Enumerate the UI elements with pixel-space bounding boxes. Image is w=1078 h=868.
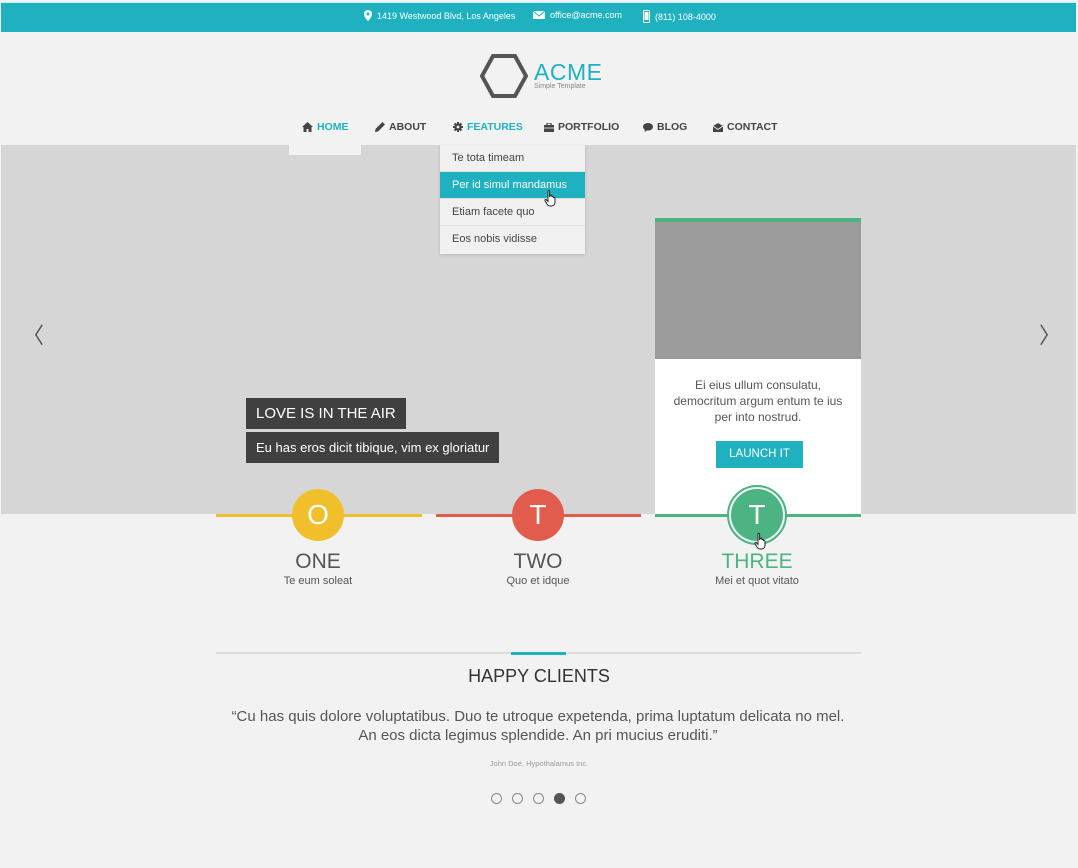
email-item[interactable]: office@acme.com (533, 10, 622, 20)
testimonial-quote: “Cu has quis dolore voluptatibus. Duo te… (231, 708, 845, 744)
email-link[interactable]: office@acme.com (550, 10, 622, 20)
feature-one-subtitle: Te eum soleat (283, 575, 353, 587)
section-divider-accent (511, 652, 566, 655)
card-image-placeholder (655, 222, 861, 359)
nav-about-label: ABOUT (389, 121, 427, 133)
phone-icon (643, 10, 650, 23)
gear-icon (453, 122, 463, 132)
nav-portfolio[interactable]: PORTFOLIO (544, 121, 619, 133)
feature-two-subtitle: Quo et idque (506, 575, 570, 587)
feature-card: Ei eius ullum consulatu, democritum argu… (655, 218, 861, 514)
nav-contact-label: CONTACT (727, 121, 778, 133)
feature-two-title[interactable]: TWO (478, 550, 598, 574)
slide-caption-text: Eu has eros dicit tibique, vim ex gloria… (246, 432, 500, 463)
nav-blog-label: BLOG (657, 121, 688, 133)
features-dropdown: Te tota timeam Per id simul mandamus Eti… (440, 145, 585, 254)
nav-contact[interactable]: CONTACT (713, 121, 778, 133)
nav-about[interactable]: ABOUT (375, 121, 426, 133)
chevron-left-icon[interactable]: 〈 (22, 318, 44, 350)
briefcase-icon (544, 122, 554, 132)
dropdown-item[interactable]: Te tota timeam (440, 145, 585, 172)
dropdown-item[interactable]: Etiam facete quo (440, 199, 585, 226)
address-text: 1419 Westwood Blvd, Los Angeles (377, 10, 516, 21)
address-item: 1419 Westwood Blvd, Los Angeles (364, 10, 515, 21)
phone-item: (811) 108-4000 (643, 10, 716, 23)
pager-dot[interactable] (575, 793, 586, 804)
pager-dot-active[interactable] (554, 793, 565, 804)
pager-dot[interactable] (533, 793, 544, 804)
main-nav: HOME ABOUT FEATURES PORTFOLIO BLOG CONTA… (0, 121, 1078, 135)
pager-dot[interactable] (512, 793, 523, 804)
feature-one-circle[interactable]: O (292, 489, 344, 541)
chevron-right-icon[interactable]: 〉 (1039, 318, 1061, 350)
pencil-icon (375, 122, 385, 132)
active-nav-indicator (289, 145, 361, 155)
testimonial-author: John Doe, Hypothalamus Inc. (489, 759, 589, 768)
nav-features[interactable]: FEATURES (453, 121, 523, 133)
feature-three-title[interactable]: THREE (697, 550, 817, 574)
nav-home-label: HOME (317, 121, 349, 133)
envelope-icon (533, 11, 545, 19)
brand-name: ACME (534, 59, 603, 85)
launch-button[interactable]: LAUNCH IT (716, 441, 803, 468)
feature-two-circle[interactable]: T (512, 489, 564, 541)
testimonial-pager (491, 793, 586, 804)
feature-one-title[interactable]: ONE (258, 550, 378, 574)
home-icon (302, 122, 313, 132)
speech-bubble-icon (643, 122, 653, 132)
nav-blog[interactable]: BLOG (643, 121, 687, 133)
phone-text: (811) 108-4000 (655, 11, 716, 22)
dropdown-item[interactable]: Eos nobis vidisse (440, 226, 585, 253)
nav-home[interactable]: HOME (302, 121, 349, 133)
slide-caption-title: LOVE IS IN THE AIR (246, 398, 406, 429)
pager-dot[interactable] (491, 793, 502, 804)
nav-features-label: FEATURES (467, 121, 523, 133)
feature-three-subtitle: Mei et quot vitato (715, 575, 799, 587)
hexagon-logo-icon (480, 54, 528, 98)
logo[interactable]: ACME Simple Template (480, 54, 602, 98)
map-pin-icon (364, 10, 372, 21)
dropdown-item[interactable]: Per id simul mandamus (440, 172, 585, 199)
card-text: Ei eius ullum consulatu, democritum argu… (673, 378, 843, 424)
hand-cursor-icon (754, 533, 766, 550)
clients-heading: HAPPY CLIENTS (468, 666, 610, 686)
nav-portfolio-label: PORTFOLIO (558, 121, 620, 133)
contact-bar: 1419 Westwood Blvd, Los Angeles office@a… (1, 2, 1076, 32)
envelope-icon (713, 122, 723, 132)
hand-cursor-icon (544, 190, 556, 207)
